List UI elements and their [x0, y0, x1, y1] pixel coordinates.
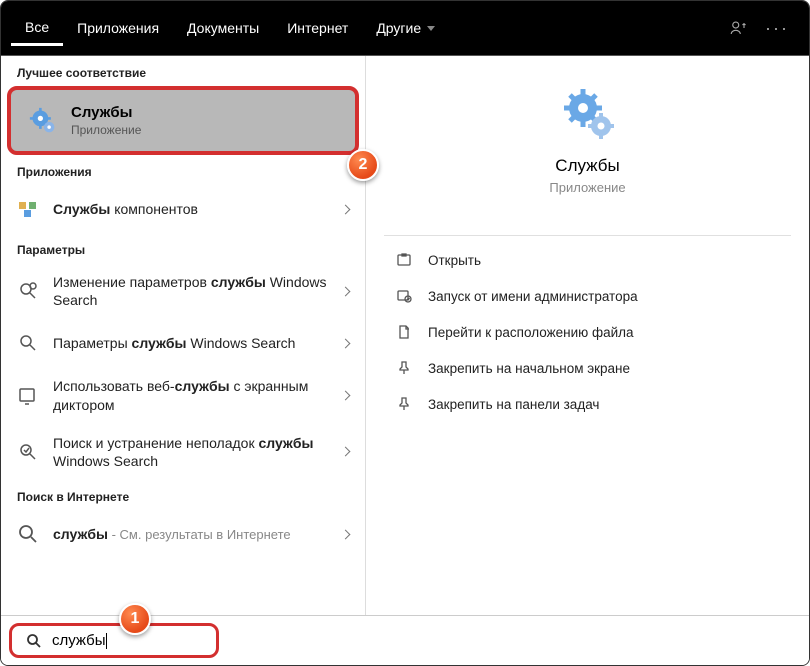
result-param-item[interactable]: Поиск и устранение неполадок службы Wind…	[1, 424, 365, 480]
preview-title: Службы	[555, 156, 619, 176]
search-icon	[26, 633, 42, 649]
section-params: Параметры	[1, 233, 365, 263]
feedback-icon[interactable]	[729, 19, 747, 37]
services-icon	[29, 107, 57, 135]
section-best-match: Лучшее соответствие	[1, 56, 365, 86]
preview-panel: Службы Приложение Открыть Запуск от имен…	[366, 56, 809, 615]
tab-apps[interactable]: Приложения	[63, 11, 173, 46]
tab-internet[interactable]: Интернет	[273, 11, 362, 46]
search-settings-icon	[17, 280, 39, 302]
header: Все Приложения Документы Интернет Другие…	[1, 1, 809, 55]
result-param-item[interactable]: Использовать веб-службы с экранным дикто…	[1, 367, 365, 423]
component-services-icon	[17, 198, 39, 220]
preview-subtitle: Приложение	[549, 180, 625, 195]
admin-icon	[396, 288, 412, 304]
result-web-item[interactable]: службы - См. результаты в Интернете	[1, 510, 365, 558]
action-run-as-admin[interactable]: Запуск от имени администратора	[366, 278, 809, 314]
chevron-right-icon	[341, 286, 351, 296]
action-open[interactable]: Открыть	[366, 242, 809, 278]
result-param-item[interactable]: Изменение параметров службы Windows Sear…	[1, 263, 365, 319]
result-param-item[interactable]: Параметры службы Windows Search	[1, 319, 365, 367]
tab-all[interactable]: Все	[11, 11, 63, 46]
section-web: Поиск в Интернете	[1, 480, 365, 510]
chevron-right-icon	[341, 204, 351, 214]
action-pin-start[interactable]: Закрепить на начальном экране	[366, 350, 809, 386]
result-app-item[interactable]: Службы компонентов	[1, 185, 365, 233]
pin-icon	[396, 360, 412, 376]
chevron-right-icon	[341, 338, 351, 348]
narrator-icon	[17, 385, 39, 407]
more-options-icon[interactable]: ···	[765, 18, 789, 39]
annotation-step-1: 1	[119, 603, 151, 635]
chevron-right-icon	[341, 391, 351, 401]
chevron-right-icon	[341, 529, 351, 539]
action-open-location[interactable]: Перейти к расположению файла	[366, 314, 809, 350]
search-input[interactable]: службы	[52, 632, 107, 649]
search-settings-icon	[17, 332, 39, 354]
annotation-step-2: 2	[347, 149, 379, 181]
tab-documents[interactable]: Документы	[173, 11, 273, 46]
results-panel: Лучшее соответствие Службы Приложение Пр…	[1, 56, 366, 615]
best-match-subtitle: Приложение	[71, 123, 141, 137]
chevron-down-icon	[427, 26, 435, 31]
best-match-item[interactable]: Службы Приложение	[7, 86, 359, 155]
pin-icon	[396, 396, 412, 412]
filter-tabs: Все Приложения Документы Интернет Другие	[11, 11, 729, 46]
action-pin-taskbar[interactable]: Закрепить на панели задач	[366, 386, 809, 422]
services-icon	[561, 86, 615, 140]
divider	[384, 235, 791, 236]
tab-more[interactable]: Другие	[362, 11, 449, 46]
chevron-right-icon	[341, 447, 351, 457]
file-location-icon	[396, 324, 412, 340]
search-icon	[17, 523, 39, 545]
search-box[interactable]: службы	[9, 623, 219, 658]
open-icon	[396, 252, 412, 268]
best-match-title: Службы	[71, 104, 141, 121]
troubleshoot-icon	[17, 441, 39, 463]
section-apps: Приложения	[1, 155, 365, 185]
